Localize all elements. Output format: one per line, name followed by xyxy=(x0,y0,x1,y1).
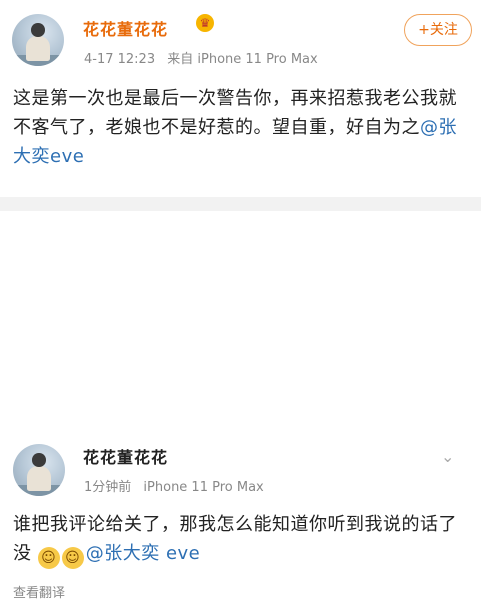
avatar[interactable] xyxy=(12,14,64,66)
username[interactable]: 花花董花花 xyxy=(83,16,168,40)
smile-emoji-icon: ☺ xyxy=(61,547,84,569)
post-date: 4-17 12:23 xyxy=(84,52,156,67)
post-text: 这是第一次也是最后一次警告你，再来招惹我老公我就不客气了，老娘也不是好惹的。望自… xyxy=(13,88,457,138)
divider xyxy=(0,197,481,211)
chevron-down-icon[interactable]: ⌄ xyxy=(441,447,454,466)
post-meta: 4-17 12:23 来自 iPhone 11 Pro Max xyxy=(84,48,326,67)
avatar[interactable] xyxy=(13,444,65,496)
post-source: iPhone 11 Pro Max xyxy=(143,480,264,495)
post-content: 谁把我评论给关了，那我怎么能知道你听到我说的话了没 ☺ ☺ @张大奕 eve xyxy=(13,510,469,569)
weibo-post-2: 花花董花花 ⌄ 1分钟前 iPhone 11 Pro Max 谁把我评论给关了，… xyxy=(0,212,481,601)
smile-emoji-icon: ☺ xyxy=(37,547,60,569)
mention-link[interactable]: @张大奕 eve xyxy=(86,543,201,564)
translate-link[interactable]: 查看翻译 xyxy=(13,582,65,601)
post-time: 1分钟前 xyxy=(84,480,132,495)
vip-badge-icon: ♛ xyxy=(196,14,214,32)
weibo-post-1: 花花董花花 ♛ 4-17 12:23 来自 iPhone 11 Pro Max … xyxy=(0,0,481,196)
post-meta: 1分钟前 iPhone 11 Pro Max xyxy=(84,476,272,495)
post-source: 来自 iPhone 11 Pro Max xyxy=(167,52,318,67)
follow-button[interactable]: +关注 xyxy=(404,14,472,46)
post-content: 这是第一次也是最后一次警告你，再来招惹我老公我就不客气了，老娘也不是好惹的。望自… xyxy=(13,84,469,171)
username[interactable]: 花花董花花 xyxy=(83,444,168,468)
